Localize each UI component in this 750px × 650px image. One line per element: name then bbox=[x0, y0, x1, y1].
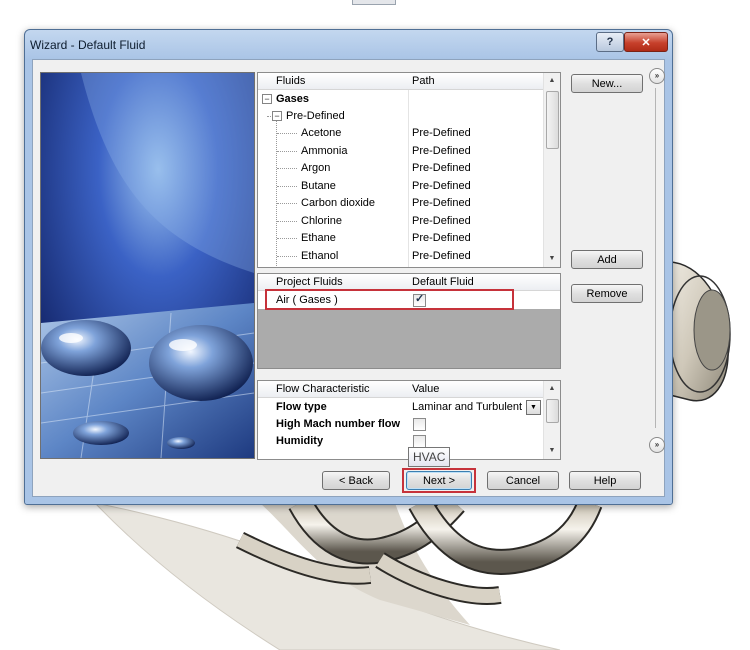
subgroup-label: Pre-Defined bbox=[286, 110, 345, 122]
close-icon: ✕ bbox=[641, 36, 651, 49]
flow-grid-header: Flow Characteristic Value bbox=[258, 381, 560, 398]
minus-box-icon[interactable]: − bbox=[262, 94, 272, 104]
scroll-thumb[interactable] bbox=[546, 399, 559, 423]
fluid-row[interactable]: Butane Pre-Defined bbox=[258, 177, 543, 194]
triangle-up-icon[interactable]: ▲ bbox=[544, 381, 560, 397]
fluids-grid[interactable]: Fluids Path − Gases − Pre-Defined Aceton… bbox=[257, 72, 561, 268]
tree-connector bbox=[277, 168, 297, 169]
triangle-down-icon[interactable]: ▼ bbox=[526, 400, 541, 415]
fluid-path: Pre-Defined bbox=[412, 127, 471, 139]
fluid-path: Pre-Defined bbox=[412, 197, 471, 209]
value-column-header[interactable]: Value bbox=[412, 383, 439, 395]
fluid-path: Pre-Defined bbox=[412, 179, 471, 192]
fluid-row[interactable]: Ethanol Pre-Defined bbox=[258, 247, 543, 264]
tree-connector bbox=[277, 185, 297, 187]
fluid-row[interactable]: Chlorine Pre-Defined bbox=[258, 212, 543, 229]
close-button[interactable]: ✕ bbox=[624, 32, 668, 52]
back-button[interactable]: < Back bbox=[322, 471, 390, 490]
fluid-name: Butane bbox=[301, 179, 336, 192]
fluid-row[interactable]: Argon Pre-Defined bbox=[258, 159, 543, 176]
flow-type-value[interactable]: Laminar and Turbulent bbox=[412, 401, 522, 413]
humidity-row[interactable]: Humidity bbox=[258, 432, 543, 449]
double-chevron-right-icon[interactable]: » bbox=[649, 437, 665, 453]
water-droplets-image bbox=[41, 73, 254, 458]
high-mach-checkbox[interactable] bbox=[413, 418, 426, 431]
scroll-thumb[interactable] bbox=[546, 91, 559, 149]
project-fluids-header: Project Fluids Default Fluid bbox=[258, 274, 560, 291]
fluid-path: Pre-Defined bbox=[412, 249, 471, 262]
high-mach-label: High Mach number flow bbox=[276, 418, 401, 430]
tree-group-gases[interactable]: − Gases bbox=[258, 90, 543, 107]
side-panel-divider bbox=[655, 88, 656, 428]
help-button[interactable]: Help bbox=[569, 471, 641, 490]
fluid-row[interactable]: Ethane Pre-Defined bbox=[258, 229, 543, 246]
wizard-client-area: Fluids Path − Gases − Pre-Defined Aceton… bbox=[32, 59, 665, 497]
title-bar[interactable]: Wizard - Default Fluid ? ✕ bbox=[25, 30, 672, 58]
fluid-name: Ethane bbox=[301, 232, 336, 244]
flow-type-label: Flow type bbox=[276, 401, 327, 413]
help-icon: ? bbox=[606, 36, 614, 48]
tree-connector bbox=[267, 116, 271, 117]
fluid-name: Chlorine bbox=[301, 214, 342, 227]
wizard-image bbox=[40, 72, 255, 459]
help-title-button[interactable]: ? bbox=[596, 32, 624, 52]
tree-subgroup-predefined[interactable]: − Pre-Defined bbox=[258, 107, 543, 124]
tooltip: HVAC bbox=[408, 447, 451, 467]
fluid-name: Carbon dioxide bbox=[301, 197, 375, 209]
minus-box-icon[interactable]: − bbox=[272, 111, 282, 121]
fluid-name: Acetone bbox=[301, 127, 342, 139]
high-mach-row[interactable]: High Mach number flow bbox=[258, 415, 543, 432]
path-column-header[interactable]: Path bbox=[412, 75, 435, 87]
fluid-row[interactable]: Ammonia Pre-Defined bbox=[258, 142, 543, 159]
fluid-path: Pre-Defined bbox=[412, 162, 471, 174]
default-fluid-checkbox[interactable] bbox=[413, 292, 426, 307]
flow-characteristic-column-header[interactable]: Flow Characteristic bbox=[276, 383, 370, 395]
double-chevron-right-icon[interactable]: » bbox=[649, 68, 665, 84]
tree-connector bbox=[277, 255, 297, 257]
tree-connector bbox=[277, 133, 297, 134]
fluid-name: Argon bbox=[301, 162, 331, 174]
tree-connector bbox=[277, 238, 297, 239]
group-label: Gases bbox=[276, 93, 310, 105]
cancel-button[interactable]: Cancel bbox=[487, 471, 559, 490]
next-button[interactable]: Next > bbox=[406, 471, 472, 490]
fluids-column-header[interactable]: Fluids bbox=[276, 75, 305, 87]
project-fluids-grid[interactable]: Project Fluids Default Fluid Air ( Gases… bbox=[257, 273, 561, 369]
flow-scrollbar[interactable]: ▲ ▼ bbox=[543, 381, 560, 459]
remove-button[interactable]: Remove bbox=[571, 284, 643, 303]
flow-type-row[interactable]: Flow type Laminar and Turbulent ▼ bbox=[258, 398, 543, 415]
fluid-name: Ammonia bbox=[301, 144, 348, 157]
fluids-grid-header: Fluids Path bbox=[258, 73, 560, 90]
project-fluid-name: Air ( Gases ) bbox=[276, 294, 338, 306]
fluid-path: Pre-Defined bbox=[412, 232, 471, 244]
fluid-row[interactable]: Acetone Pre-Defined bbox=[258, 124, 543, 141]
fluids-scrollbar[interactable]: ▲ ▼ bbox=[543, 73, 560, 267]
add-button[interactable]: Add bbox=[571, 250, 643, 269]
wizard-window: Wizard - Default Fluid ? ✕ Fluids Path −… bbox=[24, 29, 673, 505]
fluid-path: Pre-Defined bbox=[412, 214, 471, 227]
project-fluid-row[interactable]: Air ( Gases ) bbox=[258, 291, 560, 309]
default-fluid-column-header[interactable]: Default Fluid bbox=[412, 276, 474, 288]
triangle-up-icon[interactable]: ▲ bbox=[544, 73, 560, 89]
fluid-name: Ethanol bbox=[301, 249, 339, 262]
new-button[interactable]: New... bbox=[571, 74, 643, 93]
project-fluids-column-header[interactable]: Project Fluids bbox=[276, 276, 343, 288]
fluid-path: Pre-Defined bbox=[412, 144, 471, 157]
fluid-row[interactable]: Carbon dioxide Pre-Defined bbox=[258, 194, 543, 211]
tree-connector bbox=[277, 203, 297, 204]
humidity-label: Humidity bbox=[276, 435, 324, 447]
tree-connector bbox=[277, 220, 297, 222]
triangle-down-icon[interactable]: ▼ bbox=[544, 443, 560, 459]
window-title: Wizard - Default Fluid bbox=[30, 38, 146, 52]
triangle-down-icon[interactable]: ▼ bbox=[544, 251, 560, 267]
top-tab-handle bbox=[352, 0, 396, 5]
tree-connector bbox=[277, 150, 297, 152]
